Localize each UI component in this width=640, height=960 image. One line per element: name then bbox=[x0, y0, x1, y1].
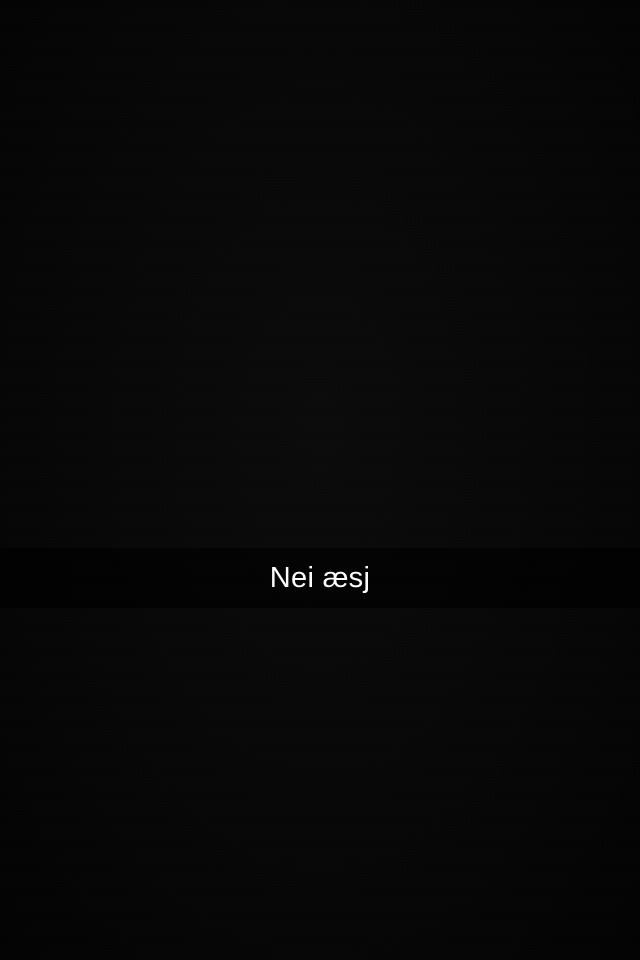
photo-noise-overlay bbox=[0, 0, 640, 960]
snap-photo: Nei æsj bbox=[0, 0, 640, 960]
caption-bar: Nei æsj bbox=[0, 548, 640, 608]
caption-text: Nei æsj bbox=[269, 561, 371, 594]
